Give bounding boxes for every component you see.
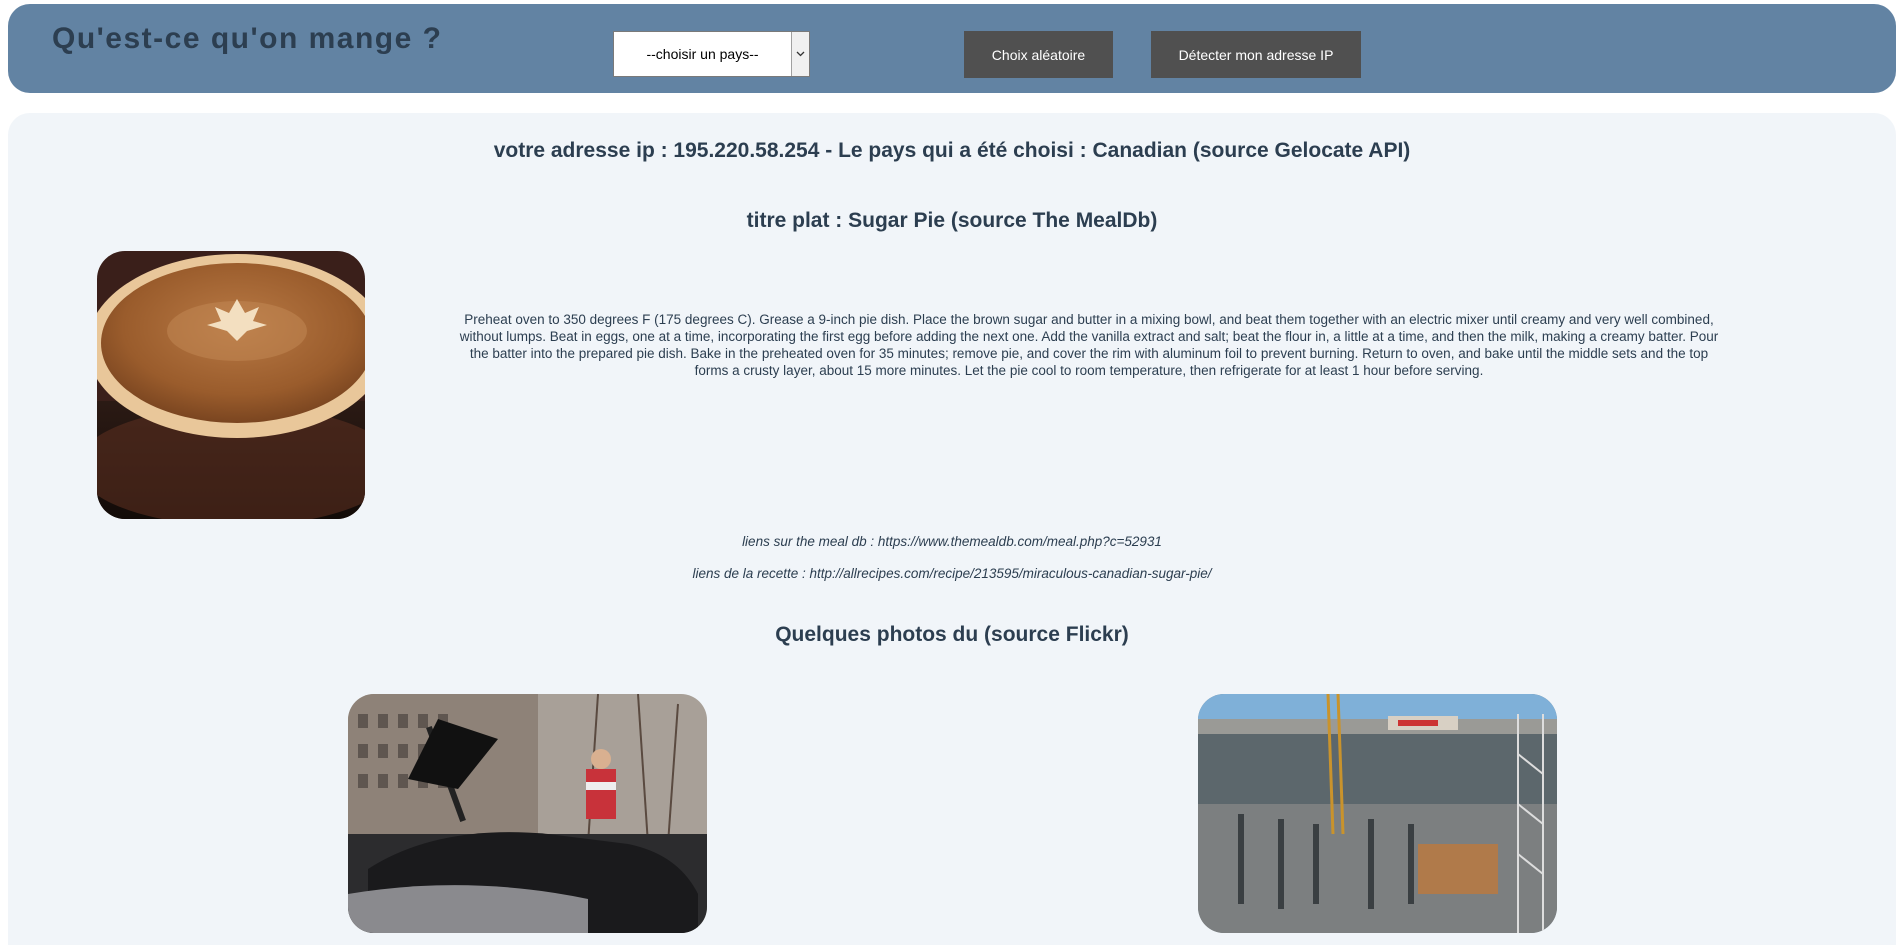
country-select-value: --choisir un pays-- xyxy=(646,46,759,62)
chevron-down-icon[interactable] xyxy=(791,32,809,76)
mealdb-link[interactable]: liens sur the meal db : https://www.them… xyxy=(8,534,1896,549)
dish-title: titre plat : Sugar Pie (source The MealD… xyxy=(746,209,1158,232)
main-panel: votre adresse ip : 195.220.58.254 - Le p… xyxy=(8,113,1896,945)
country-select[interactable]: --choisir un pays-- xyxy=(613,31,810,77)
recipe-instructions: Preheat oven to 350 degrees F (175 degre… xyxy=(459,312,1719,378)
detect-ip-button[interactable]: Détecter mon adresse IP xyxy=(1151,31,1361,78)
recipe-link[interactable]: liens de la recette : http://allrecipes.… xyxy=(8,566,1896,581)
photos-title: Quelques photos du (source Flickr) xyxy=(775,623,1129,646)
header-bar: Qu'est-ce qu'on mange ? --choisir un pay… xyxy=(8,4,1896,93)
ip-country-info: votre adresse ip : 195.220.58.254 - Le p… xyxy=(493,139,1411,162)
dish-image xyxy=(97,251,365,519)
flickr-photo-1 xyxy=(348,694,707,933)
random-choice-button[interactable]: Choix aléatoire xyxy=(964,31,1113,78)
flickr-photo-2 xyxy=(1198,694,1557,933)
app-title: Qu'est-ce qu'on mange ? xyxy=(52,22,443,55)
